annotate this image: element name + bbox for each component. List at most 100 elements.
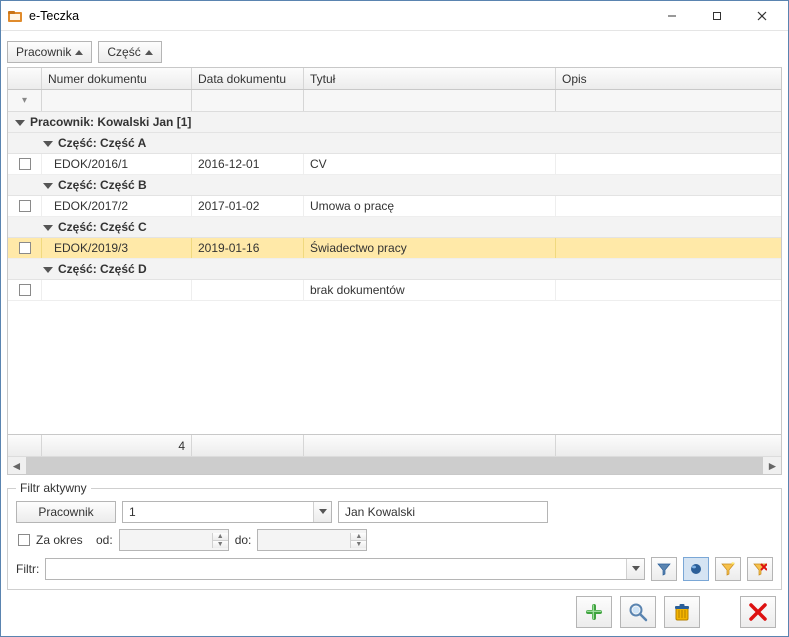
- group-row-part-c[interactable]: Część: Część C: [8, 217, 781, 238]
- cell-opis: [556, 196, 781, 216]
- cell-data: 2016-12-01: [192, 154, 304, 174]
- row-checkbox[interactable]: [19, 242, 31, 254]
- cell-data: 2019-01-16: [192, 238, 304, 258]
- group-label: Część: Część A: [58, 136, 146, 150]
- filter-numer[interactable]: [42, 90, 192, 111]
- footer-blank: [8, 435, 42, 456]
- grid-header: Numer dokumentu Data dokumentu Tytuł Opi…: [8, 68, 781, 90]
- filter-tytul[interactable]: [304, 90, 556, 111]
- cell-tytul: CV: [304, 154, 556, 174]
- trash-icon: [672, 602, 692, 622]
- expand-icon[interactable]: [42, 266, 54, 272]
- employee-name-field[interactable]: Jan Kowalski: [338, 501, 548, 523]
- sort-asc-icon: [145, 50, 153, 55]
- dropdown-icon[interactable]: [313, 502, 331, 522]
- cell-numer: EDOK/2017/2: [42, 196, 192, 216]
- sort-asc-icon: [75, 50, 83, 55]
- header-numer[interactable]: Numer dokumentu: [42, 68, 192, 89]
- expand-icon[interactable]: [42, 224, 54, 230]
- expand-icon[interactable]: [14, 119, 26, 125]
- filter-toggle-button[interactable]: [683, 557, 709, 581]
- content-area: Pracownik Część Numer dokumentu Data dok…: [1, 31, 788, 636]
- spin-buttons[interactable]: ▲▼: [212, 533, 228, 548]
- filter-builder-button[interactable]: [715, 557, 741, 581]
- filter-row-period: Za okres od: ▲▼ do: ▲▼: [16, 529, 773, 551]
- spin-buttons[interactable]: ▲▼: [350, 533, 366, 548]
- expand-icon[interactable]: [42, 140, 54, 146]
- group-label: Część: Część D: [58, 262, 147, 276]
- app-icon: [7, 8, 23, 24]
- period-label: Za okres: [36, 533, 90, 547]
- filter-toggle-cell[interactable]: ▾: [8, 90, 42, 111]
- magnifier-icon: [628, 602, 648, 622]
- to-label: do:: [235, 533, 252, 547]
- group-by-bar: Pracownik Część: [7, 37, 782, 67]
- group-row-part-d[interactable]: Część: Część D: [8, 259, 781, 280]
- filter-text-combo[interactable]: [45, 558, 645, 580]
- cell-tytul: Świadectwo pracy: [304, 238, 556, 258]
- delete-button[interactable]: [664, 596, 700, 628]
- group-by-label: Pracownik: [16, 45, 71, 59]
- cell-data: 2017-01-02: [192, 196, 304, 216]
- minimize-button[interactable]: [649, 2, 694, 30]
- from-label: od:: [96, 533, 113, 547]
- cell-opis: [556, 280, 781, 300]
- grid-filter-row: ▾: [8, 90, 781, 112]
- group-row-employee[interactable]: Pracownik: Kowalski Jan [1]: [8, 112, 781, 133]
- apply-filter-button[interactable]: [651, 557, 677, 581]
- plus-icon: [584, 602, 604, 622]
- grid-footer: 4: [8, 434, 781, 456]
- employee-lookup-button[interactable]: Pracownik: [16, 501, 116, 523]
- group-label: Część: Część C: [58, 220, 147, 234]
- table-row[interactable]: EDOK/2017/2 2017-01-02 Umowa o pracę: [8, 196, 781, 217]
- row-checkbox[interactable]: [19, 158, 31, 170]
- cell-numer: EDOK/2016/1: [42, 154, 192, 174]
- funnel-star-icon: [721, 562, 735, 576]
- maximize-button[interactable]: [694, 2, 739, 30]
- view-button[interactable]: [620, 596, 656, 628]
- date-to-input[interactable]: ▲▼: [257, 529, 367, 551]
- cell-opis: [556, 238, 781, 258]
- header-opis[interactable]: Opis: [556, 68, 781, 89]
- scroll-track[interactable]: [26, 457, 763, 474]
- table-row[interactable]: brak dokumentów: [8, 280, 781, 301]
- filter-data[interactable]: [192, 90, 304, 111]
- filter-opis[interactable]: [556, 90, 781, 111]
- add-button[interactable]: [576, 596, 612, 628]
- footer-blank: [304, 435, 556, 456]
- group-by-pracownik[interactable]: Pracownik: [7, 41, 92, 63]
- group-row-part-a[interactable]: Część: Część A: [8, 133, 781, 154]
- period-checkbox[interactable]: [18, 534, 30, 546]
- table-row[interactable]: EDOK/2016/1 2016-12-01 CV: [8, 154, 781, 175]
- group-by-czesc[interactable]: Część: [98, 41, 161, 63]
- filter-row-text: Filtr:: [16, 557, 773, 581]
- table-row[interactable]: EDOK/2019/3 2019-01-16 Świadectwo pracy: [8, 238, 781, 259]
- date-from-input[interactable]: ▲▼: [119, 529, 229, 551]
- header-tytul[interactable]: Tytuł: [304, 68, 556, 89]
- filter-legend: Filtr aktywny: [16, 481, 91, 495]
- documents-grid: Numer dokumentu Data dokumentu Tytuł Opi…: [7, 67, 782, 475]
- row-checkbox[interactable]: [19, 200, 31, 212]
- bottom-toolbar: [7, 594, 782, 630]
- row-checkbox[interactable]: [19, 284, 31, 296]
- expand-icon[interactable]: [42, 182, 54, 188]
- scroll-right-icon[interactable]: ►: [764, 457, 781, 474]
- scroll-thumb[interactable]: [26, 457, 763, 474]
- employee-id-combo[interactable]: 1: [122, 501, 332, 523]
- group-by-label: Część: [107, 45, 140, 59]
- clear-filter-button[interactable]: [747, 557, 773, 581]
- header-data[interactable]: Data dokumentu: [192, 68, 304, 89]
- scroll-left-icon[interactable]: ◄: [8, 457, 25, 474]
- close-dialog-button[interactable]: [740, 596, 776, 628]
- header-checkbox-col[interactable]: [8, 68, 42, 89]
- close-button[interactable]: [739, 2, 784, 30]
- employee-name-value: Jan Kowalski: [345, 505, 415, 519]
- dropdown-icon[interactable]: [626, 559, 644, 579]
- group-label: Część: Część B: [58, 178, 147, 192]
- group-row-part-b[interactable]: Część: Część B: [8, 175, 781, 196]
- footer-count: 4: [42, 435, 192, 456]
- footer-blank: [556, 435, 781, 456]
- horizontal-scrollbar[interactable]: ◄ ►: [8, 456, 781, 474]
- titlebar: e-Teczka: [1, 1, 788, 31]
- cell-numer: [42, 280, 192, 300]
